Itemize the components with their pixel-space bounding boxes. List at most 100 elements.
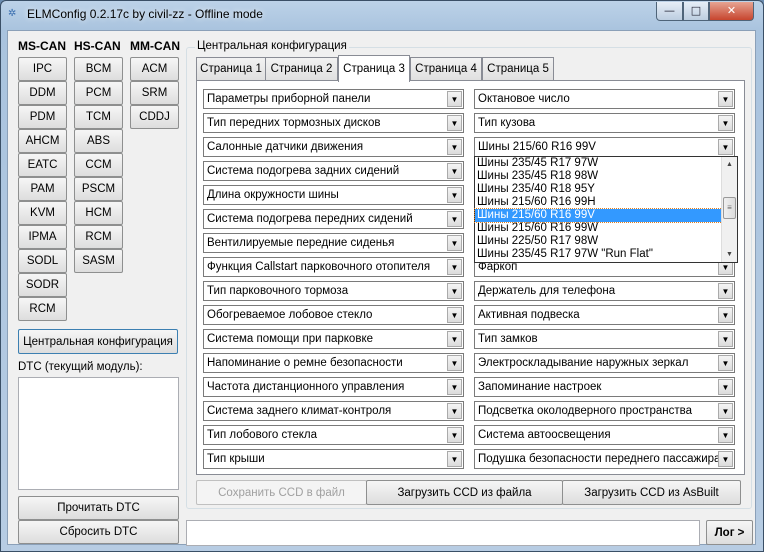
minimize-button[interactable]: — [656,2,683,21]
config-combo[interactable]: Система подогрева задних сидений ▼ [203,161,464,181]
config-combo[interactable]: Октановое число ▼ [474,89,735,109]
config-combo[interactable]: Напоминание о ремне безопасности ▼ [203,353,464,373]
dropdown-option[interactable]: Шины 235/45 R18 98W [475,170,722,183]
chevron-down-icon[interactable]: ▼ [718,355,733,371]
maximize-button[interactable]: □ [683,2,709,21]
chevron-down-icon[interactable]: ▼ [447,211,462,227]
module-button-ccm[interactable]: CCM [74,153,123,177]
tab-page-1[interactable]: Страница 1 [196,57,266,81]
reset-dtc-button[interactable]: Сбросить DTC [18,520,179,544]
config-combo[interactable]: Частота дистанционного управления ▼ [203,377,464,397]
config-combo[interactable]: Параметры приборной панели ▼ [203,89,464,109]
config-combo[interactable]: Система автоосвещения ▼ [474,425,735,445]
config-combo[interactable]: Вентилируемые передние сиденья ▼ [203,233,464,253]
module-button-rcm[interactable]: RCM [18,297,67,321]
close-button[interactable]: ✕ [709,2,754,21]
chevron-down-icon[interactable]: ▼ [447,163,462,179]
module-button-pdm[interactable]: PDM [18,105,67,129]
config-combo[interactable]: Активная подвеска ▼ [474,305,735,325]
central-config-button[interactable]: Центральная конфигурация [18,329,178,354]
config-combo[interactable]: Тип замков ▼ [474,329,735,349]
module-button-hcm[interactable]: HCM [74,201,123,225]
chevron-down-icon[interactable]: ▼ [718,403,733,419]
config-combo[interactable]: Система подогрева передних сидений ▼ [203,209,464,229]
chevron-down-icon[interactable]: ▼ [718,427,733,443]
module-button-srm[interactable]: SRM [130,81,179,105]
config-combo[interactable]: Салонные датчики движения ▼ [203,137,464,157]
scroll-down-icon[interactable]: ▼ [722,247,737,262]
config-combo[interactable]: Тип крыши ▼ [203,449,464,469]
chevron-down-icon[interactable]: ▼ [718,115,733,131]
chevron-down-icon[interactable]: ▼ [447,91,462,107]
chevron-down-icon[interactable]: ▼ [718,379,733,395]
module-button-rcm[interactable]: RCM [74,225,123,249]
chevron-down-icon[interactable]: ▼ [447,259,462,275]
tab-page-4[interactable]: Страница 4 [410,57,482,81]
chevron-down-icon[interactable]: ▼ [447,115,462,131]
tab-page-3[interactable]: Страница 3 [338,55,410,82]
config-combo[interactable]: Система помощи при парковке ▼ [203,329,464,349]
chevron-down-icon[interactable]: ▼ [447,331,462,347]
chevron-down-icon[interactable]: ▼ [447,379,462,395]
module-button-ipc[interactable]: IPC [18,57,67,81]
read-dtc-button[interactable]: Прочитать DTC [18,496,179,520]
module-button-pscm[interactable]: PSCM [74,177,123,201]
module-button-ipma[interactable]: IPMA [18,225,67,249]
config-combo[interactable]: Электроскладывание наружных зеркал ▼ [474,353,735,373]
config-combo[interactable]: Шины 215/60 R16 99V ▼ [474,137,735,157]
dropdown-option[interactable]: Шины 215/60 R16 99H [475,196,722,209]
tire-dropdown-list[interactable]: Шины 235/45 R17 97W Шины 235/45 R18 98W Ши… [474,156,738,263]
module-button-abs[interactable]: ABS [74,129,123,153]
dropdown-option[interactable]: Шины 215/60 R16 99W [475,222,722,235]
tab-page-2[interactable]: Страница 2 [265,57,338,81]
module-button-sodl[interactable]: SODL [18,249,67,273]
chevron-down-icon[interactable]: ▼ [718,307,733,323]
config-combo[interactable]: Тип парковочного тормоза ▼ [203,281,464,301]
module-button-acm[interactable]: ACM [130,57,179,81]
chevron-down-icon[interactable]: ▼ [447,283,462,299]
chevron-down-icon[interactable]: ▼ [447,403,462,419]
chevron-down-icon[interactable]: ▼ [447,451,462,467]
chevron-down-icon[interactable]: ▼ [718,91,733,107]
config-combo[interactable]: Система заднего климат-контроля ▼ [203,401,464,421]
module-button-ahcm[interactable]: AHCM [18,129,67,153]
chevron-down-icon[interactable]: ▼ [718,139,733,155]
chevron-down-icon[interactable]: ▼ [447,139,462,155]
chevron-down-icon[interactable]: ▼ [447,307,462,323]
dropdown-option[interactable]: Шины 225/50 R17 98W [475,235,722,248]
load-ccd-asbuilt-button[interactable]: Загрузить CCD из AsBuilt [562,480,741,505]
chevron-down-icon[interactable]: ▼ [718,283,733,299]
config-combo[interactable]: Длина окружности шины ▼ [203,185,464,205]
tab-page-5[interactable]: Страница 5 [482,57,554,81]
module-button-bcm[interactable]: BCM [74,57,123,81]
config-combo[interactable]: Обогреваемое лобовое стекло ▼ [203,305,464,325]
dropdown-option[interactable]: Шины 215/60 R16 99V [474,208,723,223]
config-combo[interactable]: Тип передних тормозных дисков ▼ [203,113,464,133]
config-combo[interactable]: Подушка безопасности переднего пассажира… [474,449,735,469]
dropdown-option[interactable]: Шины 235/45 R17 97W [475,157,722,170]
module-button-eatc[interactable]: EATC [18,153,67,177]
config-combo[interactable]: Держатель для телефона ▼ [474,281,735,301]
scroll-thumb[interactable]: ≡ [723,197,736,219]
load-ccd-file-button[interactable]: Загрузить CCD из файла [366,480,563,505]
config-combo[interactable]: Тип лобового стекла ▼ [203,425,464,445]
config-combo[interactable]: Запоминание настроек ▼ [474,377,735,397]
dropdown-option[interactable]: Шины 235/45 R17 97W "Run Flat" [475,248,722,261]
module-button-kvm[interactable]: KVM [18,201,67,225]
module-button-sodr[interactable]: SODR [18,273,67,297]
chevron-down-icon[interactable]: ▼ [718,331,733,347]
module-button-cddj[interactable]: CDDJ [130,105,179,129]
dtc-textarea[interactable] [18,377,179,490]
module-button-ddm[interactable]: DDM [18,81,67,105]
module-button-pam[interactable]: PAM [18,177,67,201]
chevron-down-icon[interactable]: ▼ [718,451,733,467]
save-ccd-button[interactable]: Сохранить CCD в файл [196,480,367,505]
module-button-tcm[interactable]: TCM [74,105,123,129]
module-button-pcm[interactable]: PCM [74,81,123,105]
module-button-sasm[interactable]: SASM [74,249,123,273]
scroll-up-icon[interactable]: ▲ [722,157,737,172]
config-combo[interactable]: Функция Callstart парковочного отопителя… [203,257,464,277]
config-combo[interactable]: Подсветка околодверного пространства ▼ [474,401,735,421]
status-textbox[interactable] [186,520,700,546]
dropdown-option[interactable]: Шины 235/40 R18 95Y [475,183,722,196]
